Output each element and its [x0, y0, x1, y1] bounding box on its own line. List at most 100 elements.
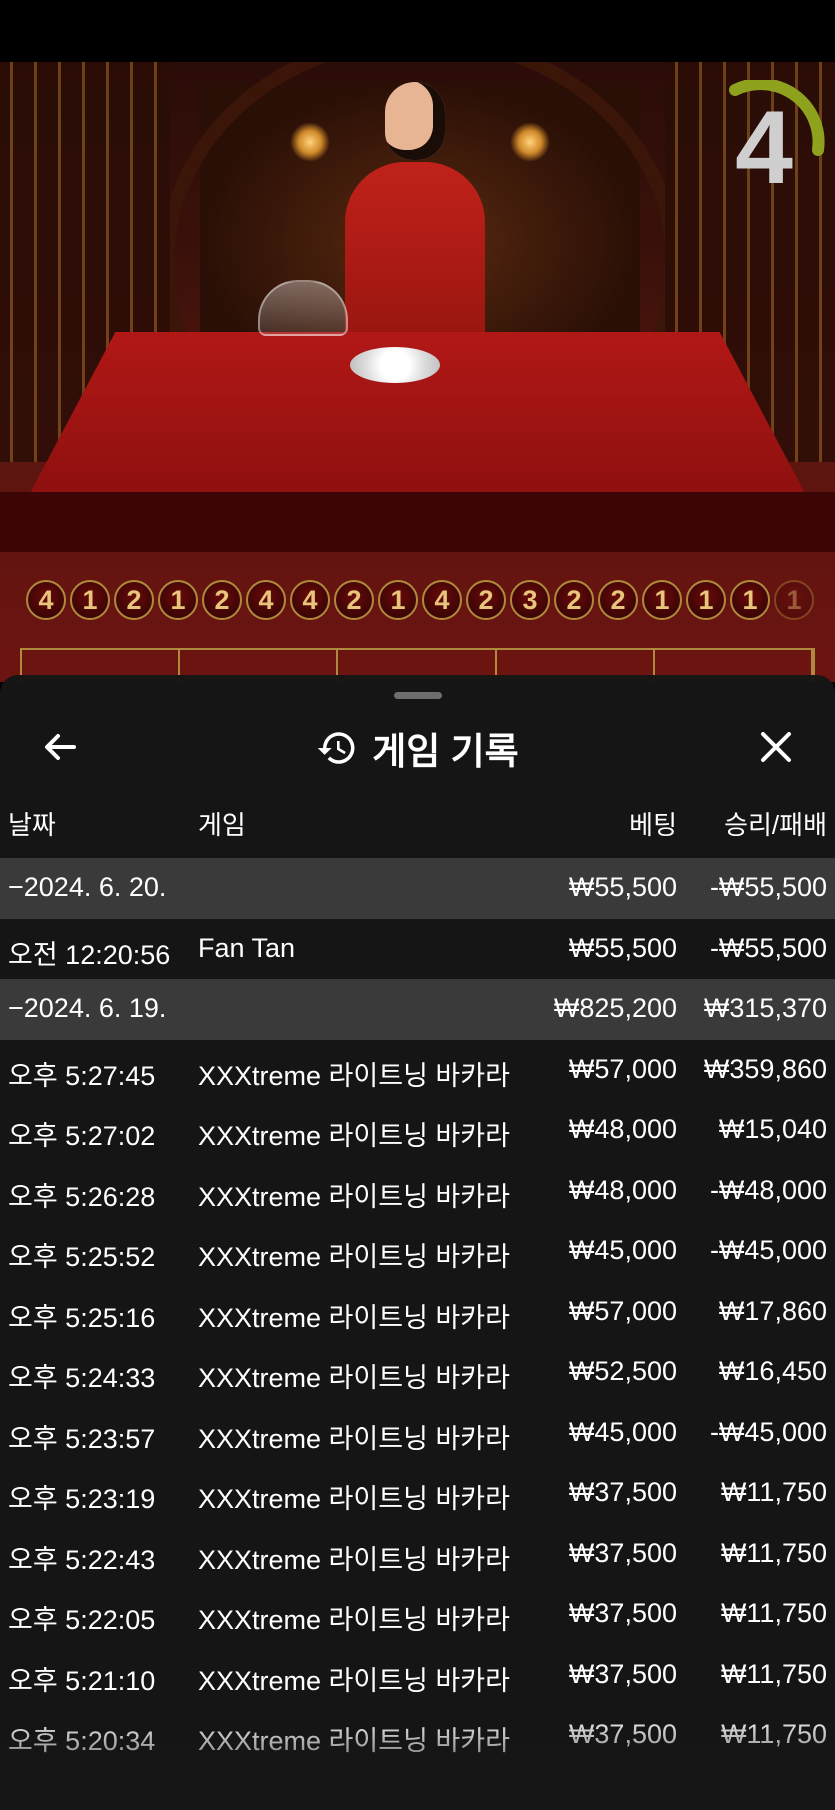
row-bet: ₩48,000	[568, 1174, 677, 1205]
history-row[interactable]: 오후 5:23:19 XXXtreme 라이트닝 바카라 ₩37,500 ₩11,75…	[0, 1463, 835, 1524]
row-date: 오후 5:23:19	[8, 1484, 156, 1514]
roadmap-result: 4	[290, 580, 330, 620]
row-win-loss: -₩48,000	[709, 1174, 827, 1205]
row-bet: ₩57,000	[568, 1295, 677, 1326]
history-row[interactable]: 오후 5:20:34 XXXtreme 라이트닝 바카라 ₩37,500 ₩11,75…	[0, 1705, 835, 1766]
roadmap-result: 1	[158, 580, 198, 620]
row-date: 오후 5:25:16	[8, 1302, 156, 1333]
row-game: XXXtreme 라이트닝 바카라	[198, 1665, 510, 1696]
row-win-loss: -₩55,500	[709, 932, 827, 963]
row-game: XXXtreme 라이트닝 바카라	[198, 1605, 510, 1635]
row-date: 오후 5:27:02	[8, 1121, 156, 1151]
roadmap-result: 2	[598, 580, 638, 620]
results-roadmap: 412124421423221111	[26, 580, 826, 626]
row-bet: ₩825,200	[553, 993, 677, 1023]
column-date: 날짜	[8, 810, 56, 840]
roadmap-result: 1	[642, 580, 682, 620]
drag-handle[interactable]	[394, 692, 442, 699]
roadmap-result: 4	[246, 580, 286, 620]
roadmap-result: 1	[70, 580, 110, 620]
history-row[interactable]: 오후 5:27:02 XXXtreme 라이트닝 바카라 ₩48,000 ₩15,04…	[0, 1100, 835, 1161]
row-win-loss: -₩45,000	[709, 1235, 827, 1265]
history-row[interactable]: 오후 5:26:28 XXXtreme 라이트닝 바카라 ₩48,000 -₩48,0…	[0, 1161, 835, 1222]
row-date: 오후 5:20:34	[8, 1726, 156, 1756]
column-win-loss: 승리/패배	[724, 810, 827, 840]
roadmap-result: 2	[554, 580, 594, 620]
row-game: XXXtreme 라이트닝 바카라	[198, 1242, 510, 1272]
roadmap-result: 1	[378, 580, 418, 620]
row-win-loss: ₩11,750	[720, 1719, 827, 1749]
row-win-loss: ₩11,750	[720, 1598, 827, 1628]
lamp-light	[510, 122, 550, 162]
row-date: −2024. 6. 19.	[8, 993, 167, 1023]
row-bet: ₩52,500	[568, 1356, 677, 1386]
date-group-row[interactable]: −2024. 6. 20. ₩55,500 -₩55,500	[0, 858, 835, 919]
history-row[interactable]: 오후 5:25:16 XXXtreme 라이트닝 바카라 ₩57,000 ₩17,86…	[0, 1282, 835, 1343]
history-row[interactable]: 오후 5:22:43 XXXtreme 라이트닝 바카라 ₩37,500 ₩11,75…	[0, 1524, 835, 1585]
roadmap-result: 2	[334, 580, 374, 620]
row-bet: ₩37,500	[568, 1537, 677, 1568]
row-game: XXXtreme 라이트닝 바카라	[198, 1060, 510, 1091]
roadmap-result: 1	[686, 580, 726, 620]
row-win-loss: -₩45,000	[709, 1416, 827, 1447]
row-bet: ₩55,500	[568, 872, 677, 902]
dealer-head	[385, 82, 445, 160]
roadmap-result: 4	[26, 580, 66, 620]
lamp-light	[290, 122, 330, 162]
row-game: XXXtreme 라이트닝 바카라	[198, 1181, 510, 1212]
row-win-loss: ₩11,750	[720, 1658, 827, 1689]
row-game: XXXtreme 라이트닝 바카라	[198, 1363, 510, 1393]
row-bet: ₩45,000	[568, 1235, 677, 1265]
row-win-loss: ₩15,040	[718, 1114, 827, 1144]
sheet-header: 게임 기록	[0, 713, 835, 783]
row-bet: ₩55,500	[568, 932, 677, 963]
back-arrow-icon[interactable]	[38, 725, 82, 769]
row-game: XXXtreme 라이트닝 바카라	[198, 1302, 510, 1333]
history-list: −2024. 6. 20. ₩55,500 -₩55,500 오전 12:20:56 F…	[0, 858, 835, 1766]
row-date: 오후 5:25:52	[8, 1242, 156, 1272]
row-bet: ₩37,500	[568, 1719, 677, 1749]
table-edge	[0, 492, 835, 552]
row-bet: ₩48,000	[568, 1114, 677, 1144]
game-history-sheet: 게임 기록 날짜 게임 베팅 승리/패배 −2024. 6. 20. ₩55,50…	[0, 675, 835, 1810]
history-row[interactable]: 오후 5:25:52 XXXtreme 라이트닝 바카라 ₩45,000 -₩45,0…	[0, 1221, 835, 1282]
row-win-loss: ₩11,750	[720, 1537, 827, 1568]
row-win-loss: ₩315,370	[703, 993, 827, 1023]
roadmap-result: 4	[422, 580, 462, 620]
row-bet: ₩37,500	[568, 1477, 677, 1507]
row-date: 오후 5:21:10	[8, 1665, 156, 1696]
row-win-loss: ₩359,860	[703, 1053, 827, 1084]
row-win-loss: -₩55,500	[709, 872, 827, 902]
page-title: 게임 기록	[372, 731, 519, 772]
row-date: 오후 5:22:43	[8, 1544, 156, 1575]
row-bet: ₩45,000	[568, 1416, 677, 1447]
row-date: 오후 5:23:57	[8, 1423, 156, 1454]
column-bet: 베팅	[629, 810, 677, 840]
row-game: Fan Tan	[198, 932, 296, 963]
row-date: −2024. 6. 20.	[8, 872, 167, 902]
roadmap-result: 2	[202, 580, 242, 620]
history-row[interactable]: 오후 5:24:33 XXXtreme 라이트닝 바카라 ₩52,500 ₩16,45…	[0, 1342, 835, 1403]
column-game: 게임	[198, 810, 246, 840]
row-date: 오후 5:22:05	[8, 1605, 156, 1635]
row-game: XXXtreme 라이트닝 바카라	[198, 1423, 510, 1454]
row-date: 오후 5:27:45	[8, 1060, 156, 1091]
history-row[interactable]: 오후 5:23:57 XXXtreme 라이트닝 바카라 ₩45,000 -₩45,0…	[0, 1403, 835, 1464]
close-icon[interactable]	[754, 725, 798, 769]
row-bet: ₩37,500	[568, 1658, 677, 1689]
date-group-row[interactable]: −2024. 6. 19. ₩825,200 ₩315,370	[0, 979, 835, 1040]
row-bet: ₩37,500	[568, 1598, 677, 1628]
roadmap-result: 3	[510, 580, 550, 620]
roadmap-result: 1	[774, 580, 814, 620]
history-row[interactable]: 오후 5:21:10 XXXtreme 라이트닝 바카라 ₩37,500 ₩11,75…	[0, 1645, 835, 1706]
history-row[interactable]: 오후 5:27:45 XXXtreme 라이트닝 바카라 ₩57,000 ₩359,8…	[0, 1040, 835, 1101]
row-game: XXXtreme 라이트닝 바카라	[198, 1544, 510, 1575]
table-header: 날짜 게임 베팅 승리/패배	[0, 797, 835, 847]
roadmap-result: 2	[466, 580, 506, 620]
fan-tan-beads	[350, 347, 440, 383]
history-row[interactable]: 오후 5:22:05 XXXtreme 라이트닝 바카라 ₩37,500 ₩11,75…	[0, 1584, 835, 1645]
row-win-loss: ₩17,860	[718, 1295, 827, 1326]
status-bar	[0, 0, 835, 62]
history-row[interactable]: 오전 12:20:56 Fan Tan ₩55,500 -₩55,500	[0, 919, 835, 980]
row-date: 오전 12:20:56	[8, 939, 171, 970]
